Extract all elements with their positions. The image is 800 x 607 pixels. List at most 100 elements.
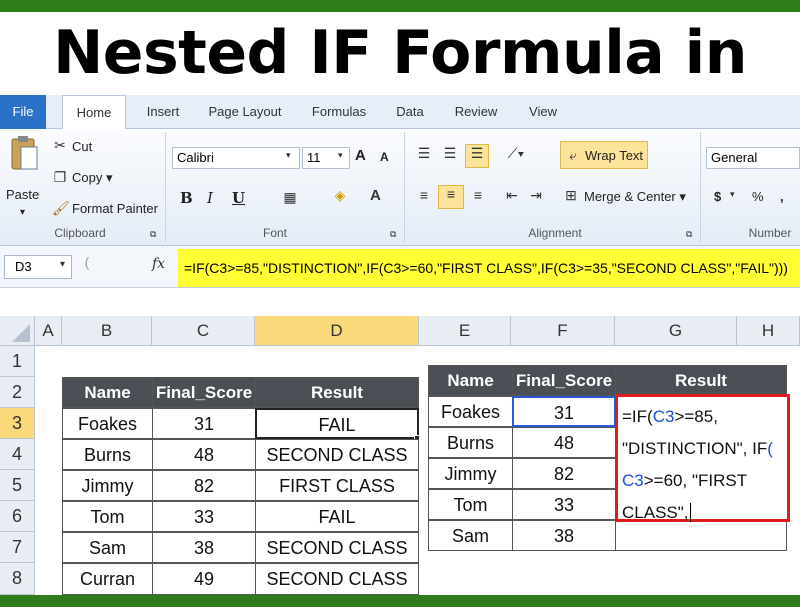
copy-button[interactable]: Copy ▾ — [72, 170, 113, 186]
table1-name-cell[interactable]: Foakes — [62, 408, 153, 439]
table1-result-cell[interactable]: SECOND CLASS — [255, 532, 419, 563]
row-header-4[interactable]: 4 — [0, 439, 35, 470]
table2-score-cell-referenced[interactable]: 31 — [512, 396, 616, 427]
table2-score-cell[interactable]: 38 — [512, 520, 616, 551]
table2-name-cell[interactable]: Foakes — [428, 396, 513, 427]
column-header-a[interactable]: A — [35, 316, 62, 346]
merge-center-button[interactable]: Merge & Center ▾ — [584, 189, 686, 205]
tab-view[interactable]: View — [518, 95, 568, 129]
table1-score-cell[interactable]: 38 — [152, 532, 256, 563]
currency-button[interactable]: $ — [714, 189, 721, 204]
row-header-6[interactable]: 6 — [0, 501, 35, 532]
table1-name-cell[interactable]: Tom — [62, 501, 153, 532]
column-header-f[interactable]: F — [511, 316, 615, 346]
tab-insert[interactable]: Insert — [138, 95, 188, 129]
underline-button[interactable]: U — [232, 189, 245, 207]
column-header-e[interactable]: E — [419, 316, 511, 346]
format-painter-button[interactable]: Format Painter — [72, 201, 158, 216]
font-color-button[interactable]: A — [370, 187, 381, 204]
row-header-5[interactable]: 5 — [0, 470, 35, 501]
chevron-down-icon[interactable]: ▾ — [730, 189, 735, 200]
table2-name-cell[interactable]: Tom — [428, 489, 513, 520]
align-bottom-icon[interactable]: ☰ — [465, 144, 489, 168]
column-header-h[interactable]: H — [737, 316, 800, 346]
align-left-icon[interactable]: ≡ — [414, 187, 434, 203]
table1-score-cell[interactable]: 49 — [152, 563, 256, 595]
percent-button[interactable]: % — [752, 189, 764, 204]
tab-page-layout[interactable]: Page Layout — [200, 95, 290, 129]
table1-result-cell[interactable]: SECOND CLASS — [255, 563, 419, 595]
borders-icon[interactable]: ▦ — [280, 189, 300, 206]
table1-result-cell[interactable]: FAIL — [255, 501, 419, 532]
select-all-corner[interactable] — [0, 316, 35, 346]
column-header-d[interactable]: D — [255, 316, 419, 346]
table1-score-cell[interactable]: 31 — [152, 408, 256, 439]
wrap-text-button[interactable]: ⤶ Wrap Text — [560, 141, 648, 169]
increase-indent-icon[interactable]: ⇥ — [526, 187, 546, 204]
comma-button[interactable]: , — [780, 189, 784, 204]
tab-formulas[interactable]: Formulas — [304, 95, 374, 129]
table2-score-cell[interactable]: 82 — [512, 458, 616, 489]
table2-name-cell[interactable]: Jimmy — [428, 458, 513, 489]
align-top-icon[interactable]: ☰ — [414, 145, 434, 162]
orientation-icon[interactable]: ⟋▾ — [502, 145, 530, 162]
table1-score-cell[interactable]: 48 — [152, 439, 256, 470]
chevron-down-icon[interactable]: ▾ — [338, 150, 343, 161]
table1-result-cell-selected[interactable]: FAIL — [255, 408, 419, 439]
table1-header-score[interactable]: Final_Score — [152, 377, 256, 408]
paste-button-label[interactable]: Paste — [6, 187, 39, 202]
fx-icon[interactable]: fx — [152, 256, 165, 272]
table2-name-cell[interactable]: Sam — [428, 520, 513, 551]
table1-score-cell[interactable]: 82 — [152, 470, 256, 501]
paste-dropdown-icon[interactable]: ▾ — [20, 207, 25, 218]
table2-name-cell[interactable]: Burns — [428, 427, 513, 458]
row-header-1[interactable]: 1 — [0, 346, 35, 377]
alignment-launcher-icon[interactable]: ⧉ — [686, 229, 692, 240]
formula-bar-splitter-icon[interactable]: ( — [78, 254, 96, 278]
table1-name-cell[interactable]: Burns — [62, 439, 153, 470]
align-middle-icon[interactable]: ☰ — [440, 145, 460, 162]
italic-button[interactable]: I — [207, 189, 213, 207]
tab-review[interactable]: Review — [446, 95, 506, 129]
table1-result-cell[interactable]: SECOND CLASS — [255, 439, 419, 470]
bold-button[interactable]: B — [180, 189, 193, 207]
table2-header-name[interactable]: Name — [428, 365, 513, 396]
table1-name-cell[interactable]: Jimmy — [62, 470, 153, 501]
align-right-icon[interactable]: ≡ — [468, 187, 488, 203]
paste-icon[interactable] — [6, 135, 42, 175]
table1-name-cell[interactable]: Sam — [62, 532, 153, 563]
table2-header-score[interactable]: Final_Score — [512, 365, 616, 396]
row-header-8[interactable]: 8 — [0, 563, 35, 595]
formula-input[interactable]: =IF(C3>=85,"DISTINCTION",IF(C3>=60,"FIRS… — [178, 249, 800, 287]
row-header-2[interactable]: 2 — [0, 377, 35, 408]
tab-home[interactable]: Home — [62, 95, 126, 130]
tab-file[interactable]: File — [0, 95, 46, 129]
table1-result-cell[interactable]: FIRST CLASS — [255, 470, 419, 501]
table2-score-cell[interactable]: 33 — [512, 489, 616, 520]
number-format-select[interactable]: General — [706, 147, 800, 169]
format-painter-icon[interactable]: 🖌 — [52, 200, 70, 217]
clipboard-launcher-icon[interactable]: ⧉ — [150, 229, 156, 240]
row-header-3[interactable]: 3 — [0, 408, 35, 439]
column-header-g[interactable]: G — [615, 316, 737, 346]
column-header-b[interactable]: B — [62, 316, 152, 346]
table2-score-cell[interactable]: 48 — [512, 427, 616, 458]
name-box-dropdown-icon[interactable]: ▾ — [60, 259, 65, 270]
shrink-font-button[interactable]: A — [380, 150, 389, 164]
chevron-down-icon[interactable]: ▾ — [286, 150, 291, 161]
font-launcher-icon[interactable]: ⧉ — [390, 229, 396, 240]
fill-color-icon[interactable]: ◈ — [330, 187, 350, 204]
in-cell-formula-editor[interactable]: =IF(C3>=85, "DISTINCTION", IF( C3>=60, "… — [615, 394, 790, 522]
grow-font-button[interactable]: A — [355, 147, 366, 164]
table2-header-result[interactable]: Result — [615, 365, 787, 396]
table1-header-result[interactable]: Result — [255, 377, 419, 408]
cut-button[interactable]: Cut — [72, 139, 92, 154]
merge-center-icon[interactable]: ⊞ — [562, 187, 580, 204]
table1-header-name[interactable]: Name — [62, 377, 153, 408]
tab-data[interactable]: Data — [388, 95, 432, 129]
table1-score-cell[interactable]: 33 — [152, 501, 256, 532]
row-header-7[interactable]: 7 — [0, 532, 35, 563]
table1-name-cell[interactable]: Curran — [62, 563, 153, 595]
copy-icon[interactable]: ❐ — [52, 169, 68, 186]
font-name-select[interactable]: Calibri — [172, 147, 300, 169]
